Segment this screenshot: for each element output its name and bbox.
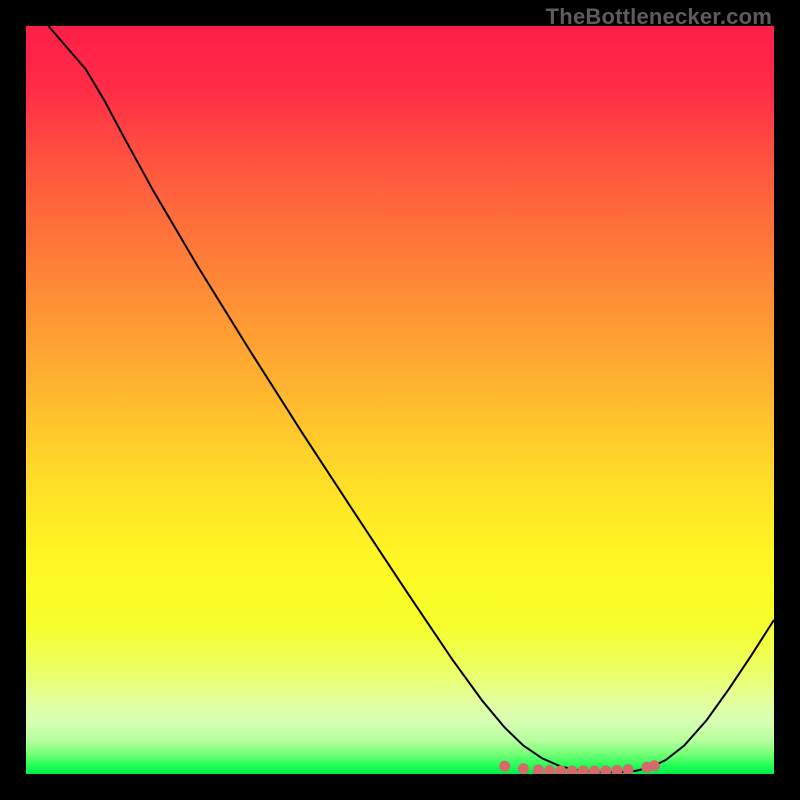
heat-gradient-background [26, 26, 774, 774]
watermark-text: TheBottlenecker.com [546, 4, 772, 30]
optimal-marker [518, 763, 529, 774]
optimal-marker [499, 761, 510, 772]
chart-svg [26, 26, 774, 774]
chart-frame [26, 26, 774, 774]
optimal-marker [649, 760, 660, 771]
